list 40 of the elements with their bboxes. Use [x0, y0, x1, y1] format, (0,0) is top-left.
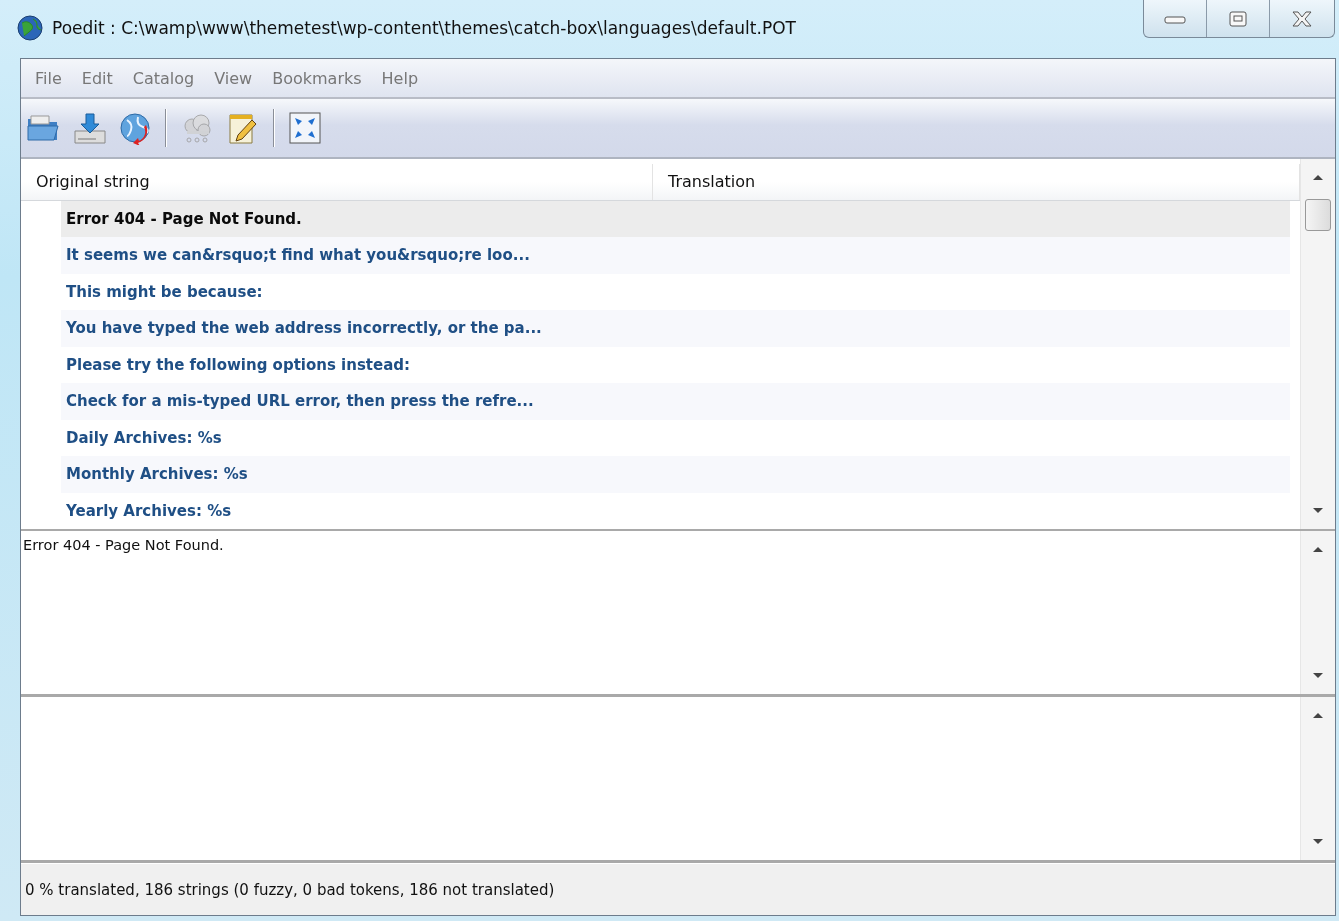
vertical-scrollbar[interactable]	[1300, 159, 1335, 529]
original-string: It seems we can&rsquo;t find what you&rsquo;re loo...	[65, 246, 530, 265]
status-text: 0 % translated, 186 strings (0 fuzzy, 0 bad tokens, 186 not translated)	[25, 880, 555, 899]
original-string: Error 404 - Page Not Found.	[65, 209, 302, 228]
string-row[interactable]: You have typed the web address incorrectly, or the pa...	[61, 310, 1290, 347]
menu-item[interactable]: Catalog	[124, 66, 203, 90]
up-arrow-icon	[1312, 173, 1324, 181]
up-arrow-icon	[1312, 711, 1324, 719]
down-arrow-icon	[1312, 838, 1324, 846]
menu-item[interactable]: Edit	[73, 66, 121, 90]
menu-item[interactable]: Help	[373, 66, 427, 90]
down-arrow-icon	[1312, 672, 1324, 680]
menu-item[interactable]: Bookmarks	[264, 66, 370, 90]
vertical-scrollbar[interactable]	[1300, 697, 1335, 860]
source-text: Error 404 - Page Not Found.	[22, 536, 225, 555]
close-icon	[1291, 9, 1313, 28]
original-string: Monthly Archives: %s	[65, 465, 248, 484]
string-row[interactable]: It seems we can&rsquo;t find what you&rsquo;re loo...	[61, 237, 1290, 274]
original-string: Check for a mis-typed URL error, then press the refre...	[65, 392, 534, 411]
tray-arrow-icon	[72, 111, 106, 145]
globe-icon	[118, 111, 152, 145]
vertical-scrollbar[interactable]	[1300, 531, 1335, 694]
up-arrow-icon	[1312, 545, 1324, 553]
original-string: Please try the following options instead:	[65, 355, 411, 374]
menu-item[interactable]: File	[27, 66, 70, 90]
window-title: Poedit : C:\wamp\www\themetest\wp-content\themes\catch-box\languages\default.POT	[52, 18, 796, 38]
app-globe-icon	[16, 14, 44, 42]
original-string: You have typed the web address incorrectly, or the pa...	[65, 319, 542, 338]
maximize-icon	[1229, 10, 1247, 27]
original-string: Yearly Archives: %s	[65, 501, 232, 520]
menu-item[interactable]: View	[206, 66, 261, 90]
original-string: Daily Archives: %s	[65, 428, 222, 447]
scroll-thumb[interactable]	[1305, 199, 1331, 231]
down-arrow-icon	[1312, 507, 1324, 515]
string-row[interactable]: Check for a mis-typed URL error, then press the refre...	[61, 383, 1290, 420]
column-header[interactable]: Original string	[21, 164, 653, 200]
string-row[interactable]: Monthly Archives: %s	[61, 456, 1290, 493]
fullscreen-icon	[288, 111, 322, 145]
string-row[interactable]: Error 404 - Page Not Found.	[61, 200, 1290, 237]
original-string: This might be because:	[65, 282, 263, 301]
